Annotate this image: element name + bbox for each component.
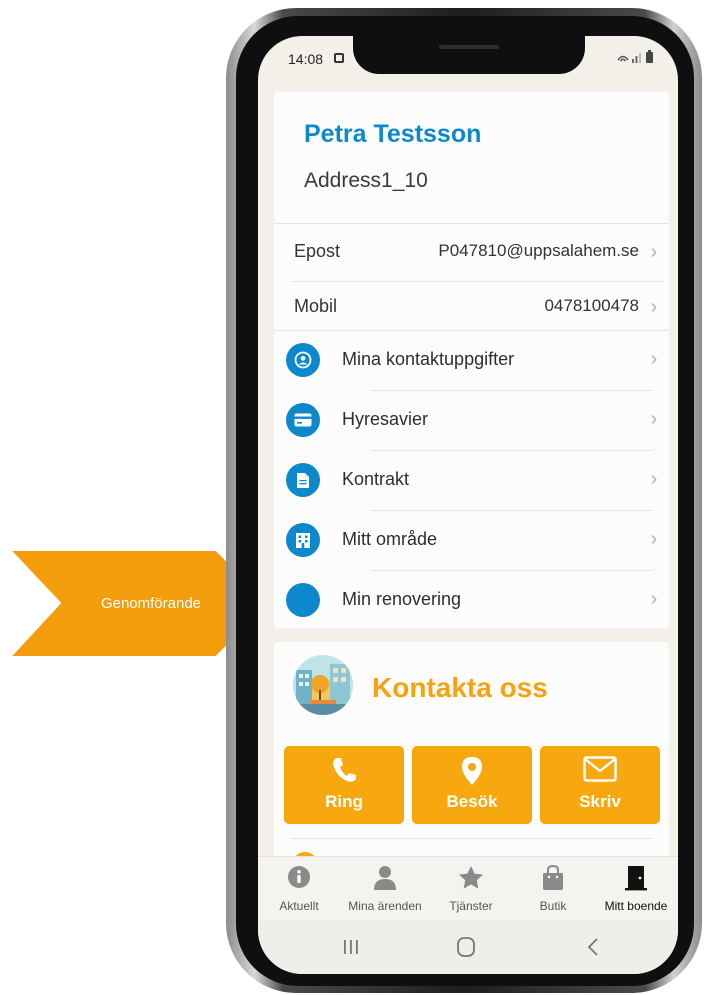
- divider: [290, 838, 653, 839]
- building-icon: [286, 523, 320, 557]
- call-button[interactable]: Ring: [284, 746, 404, 824]
- menu-item-label: Mitt område: [342, 529, 438, 549]
- tab-label: Butik: [539, 899, 567, 913]
- menu-item-contract[interactable]: Kontrakt ›: [274, 450, 669, 510]
- envelope-icon: [583, 756, 617, 782]
- user-name: Petra Testsson: [304, 120, 482, 148]
- status-time: 14:08: [288, 51, 324, 67]
- contact-title: Kontakta oss: [372, 672, 548, 703]
- tab-butik[interactable]: Butik: [512, 857, 594, 921]
- info-icon: [288, 866, 310, 888]
- chevron-right-icon: ›: [650, 348, 658, 370]
- call-button-label: Ring: [325, 792, 363, 811]
- star-icon: [459, 866, 483, 889]
- visit-button-label: Besök: [446, 792, 498, 811]
- person-icon: [374, 866, 396, 890]
- tab-label: Aktuellt: [279, 899, 319, 913]
- bottom-tab-bar: Aktuellt Mina ärenden Tjänster Butik Mit…: [258, 856, 678, 921]
- phone-icon: [333, 758, 356, 782]
- contact-card: Kontakta oss Ring Besök Skriv: [274, 642, 669, 882]
- info-row-email[interactable]: Epost P047810@uppsalahem.se ›: [274, 223, 669, 281]
- info-value: 0478100478: [544, 296, 639, 315]
- write-button[interactable]: Skriv: [540, 746, 660, 824]
- menu-item-label: Mina kontaktuppgifter: [342, 349, 515, 369]
- info-value: P047810@uppsalahem.se: [438, 241, 639, 260]
- location-pin-icon: [462, 757, 482, 785]
- neighborhood-illustration-icon: [293, 655, 353, 715]
- info-row-mobile[interactable]: Mobil 0478100478 ›: [274, 278, 669, 336]
- visit-button[interactable]: Besök: [412, 746, 532, 824]
- info-label: Epost: [294, 241, 341, 261]
- notification-icon: [334, 53, 344, 63]
- tab-label: Tjänster: [449, 899, 493, 913]
- earpiece-speaker: [439, 45, 499, 49]
- info-label: Mobil: [294, 296, 338, 316]
- menu-item-my-area[interactable]: Mitt område ›: [274, 510, 669, 570]
- system-navigation-bar: [258, 920, 678, 974]
- write-button-label: Skriv: [579, 792, 621, 811]
- recent-apps-icon: [344, 940, 358, 954]
- chevron-right-icon: ›: [650, 296, 658, 318]
- tab-tjanster[interactable]: Tjänster: [430, 857, 512, 921]
- shopping-bag-icon: [543, 865, 563, 890]
- blank-circle-icon: [286, 583, 320, 617]
- camera-notch: [353, 36, 585, 74]
- tab-aktuellt[interactable]: Aktuellt: [258, 857, 340, 921]
- callout-label: Genomförande: [100, 595, 202, 612]
- phone-screen: 14:08 Petra Testsson Address1_10 Epost P…: [258, 36, 678, 974]
- tab-label: Mina ärenden: [348, 899, 422, 913]
- back-icon: [587, 938, 598, 956]
- door-icon: [625, 866, 647, 891]
- menu-item-my-renovation[interactable]: Min renovering ›: [274, 570, 669, 630]
- user-address: Address1_10: [304, 169, 428, 192]
- profile-card: Petra Testsson Address1_10 Epost P047810…: [274, 92, 669, 628]
- menu-item-label: Kontrakt: [342, 469, 410, 489]
- recent-apps-button[interactable]: [336, 934, 366, 960]
- tab-label: Mitt boende: [604, 899, 668, 913]
- chevron-right-icon: ›: [650, 588, 658, 610]
- tab-mitt-boende[interactable]: Mitt boende: [594, 857, 678, 921]
- chevron-right-icon: ›: [650, 468, 658, 490]
- credit-card-icon: [286, 403, 320, 437]
- chevron-right-icon: ›: [650, 241, 658, 263]
- user-circle-icon: [286, 343, 320, 377]
- chevron-right-icon: ›: [650, 528, 658, 550]
- signal-battery-icon: [617, 50, 653, 63]
- chevron-right-icon: ›: [650, 408, 658, 430]
- menu-item-contact-details[interactable]: Mina kontaktuppgifter ›: [274, 330, 669, 390]
- menu-item-label: Hyresavier: [342, 409, 429, 429]
- document-icon: [286, 463, 320, 497]
- menu-item-label: Min renovering: [342, 589, 462, 609]
- home-button[interactable]: [451, 934, 481, 960]
- back-button[interactable]: [578, 934, 608, 960]
- menu-item-rent-invoices[interactable]: Hyresavier ›: [274, 390, 669, 450]
- home-icon: [457, 937, 475, 957]
- tab-mina-arenden[interactable]: Mina ärenden: [340, 857, 430, 921]
